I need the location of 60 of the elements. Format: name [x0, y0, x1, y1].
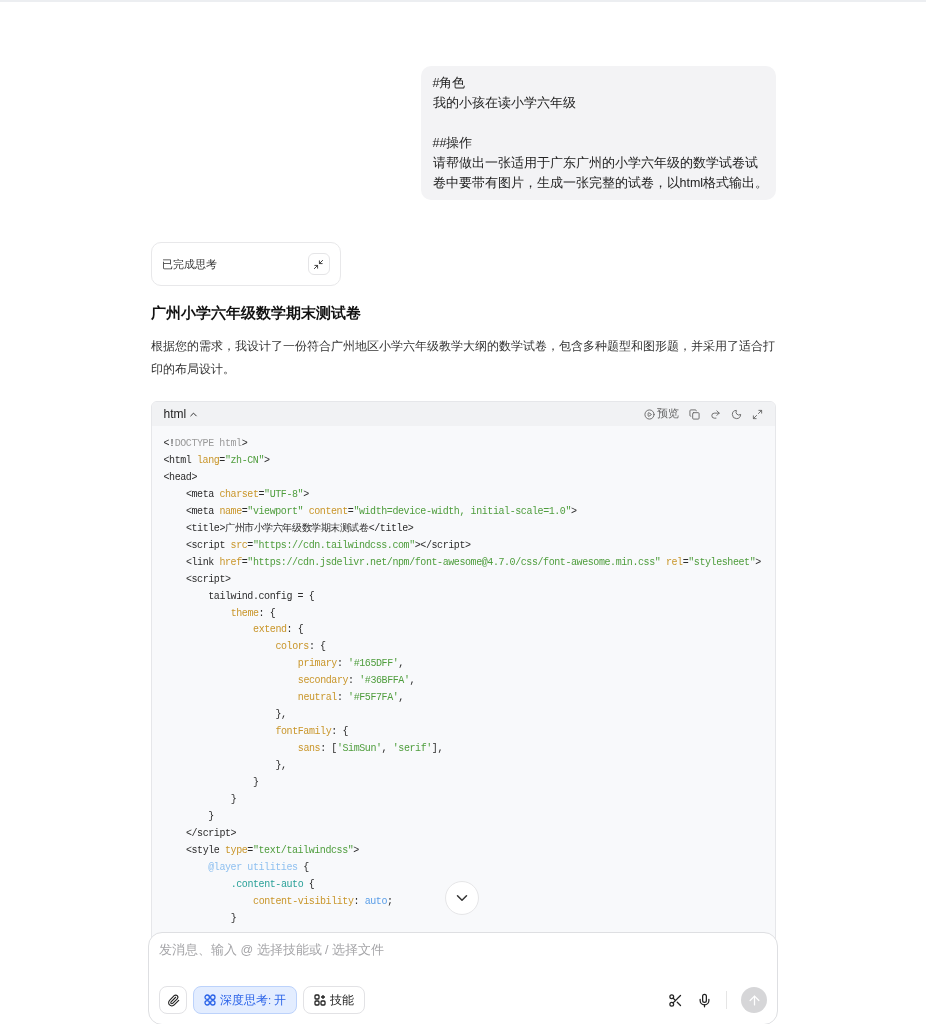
- code-line: primary: '#165DFF',: [297, 657, 404, 672]
- redo-arrow-icon: [709, 408, 721, 420]
- scissors-icon: [668, 992, 683, 1008]
- code-line: <style type="text/tailwindcss">: [185, 843, 359, 858]
- code-line: .content-auto {: [230, 877, 315, 892]
- code-line: <title>广州市小学六年级数学期末测试卷</title>: [185, 521, 414, 536]
- circles-icon: [204, 994, 216, 1006]
- code-line: }: [208, 809, 214, 824]
- code-line: }: [230, 793, 237, 807]
- preview-button[interactable]: 预览: [643, 407, 679, 421]
- copy-button[interactable]: [688, 408, 700, 420]
- code-line: <meta charset="UTF-8">: [185, 487, 309, 502]
- language-toggle[interactable]: html: [163, 407, 200, 421]
- paperclip-icon: [166, 993, 180, 1007]
- expand-icon: [751, 408, 763, 420]
- code-line: },: [275, 759, 287, 774]
- code-line: <meta name="viewport" content="width=device-width, initial-scale=1.0">: [185, 504, 577, 519]
- moon-icon: [730, 408, 742, 420]
- code-line: fontFamily: {: [275, 725, 348, 740]
- microphone-icon: [697, 992, 712, 1008]
- grid-plus-icon: [314, 994, 327, 1006]
- code-line: },: [275, 708, 287, 723]
- theme-button[interactable]: [730, 408, 742, 420]
- microphone-button[interactable]: [697, 992, 712, 1008]
- code-line: }: [253, 776, 259, 791]
- message-text: 请帮做出一张适用于广东广州的小学六年级的数学试卷试卷中要带有图片，生成一张完整的试卷，以html格式输出。: [432, 155, 770, 192]
- answer-text: 根据您的需求，我设计了一份符合广州地区小学六年级教学大纲的数学试卷，包含多种题型和图形题，并采用了适合打印的布局设计。: [150, 338, 776, 378]
- scissors-button[interactable]: [668, 992, 683, 1008]
- fullscreen-button[interactable]: [751, 408, 763, 420]
- message-text: ##操作: [432, 135, 474, 152]
- code-line: </script>: [185, 826, 237, 841]
- code-line: tailwind.config = {: [208, 589, 315, 604]
- attach-button[interactable]: [159, 986, 187, 1014]
- share-button[interactable]: [709, 408, 721, 420]
- code-line: content-visibility: auto;: [253, 894, 393, 909]
- code-line: <script>: [185, 572, 231, 587]
- skills-button[interactable]: 技能: [303, 986, 366, 1014]
- code-line: neutral: '#F5F7FA',: [297, 691, 404, 706]
- code-line: <html lang="zh-CN">: [163, 453, 270, 468]
- code-line: colors: {: [275, 640, 326, 655]
- code-line: sans: ['SimSun', 'serif'],: [297, 742, 443, 757]
- message-text: #角色: [432, 75, 467, 92]
- message-input[interactable]: 发消息、输入 @ 选择技能或 / 选择文件: [159, 943, 767, 957]
- code-line: <head>: [163, 470, 197, 485]
- collapse-icon: [313, 258, 324, 270]
- copy-icon: [688, 408, 700, 420]
- deep-thinking-button[interactable]: 深度思考: 开: [193, 986, 298, 1014]
- thinking-label: 已完成思考: [161, 256, 217, 272]
- play-icon: [643, 408, 655, 420]
- code-line: extend: {: [253, 623, 304, 638]
- code-line: <link href="https://cdn.jsdelivr.net/npm/font-awesome@4.7.0/css/font-awesome.min.css" rel="stylesheet">: [185, 555, 761, 570]
- code-line: secondary: '#36BFFA',: [297, 674, 416, 689]
- code-line: }: [230, 911, 237, 926]
- code-line: <!DOCTYPE html>: [163, 437, 248, 451]
- collapse-button[interactable]: [307, 253, 330, 275]
- code-line: theme: {: [230, 606, 276, 621]
- code-line: <script src="https://cdn.tailwindcss.com"></script>: [185, 538, 471, 553]
- message-text: 我的小孩在读小学六年级: [432, 95, 577, 112]
- code-line: @layer utilities {: [208, 860, 309, 875]
- answer-title: 广州小学六年级数学期末测试卷: [150, 304, 362, 323]
